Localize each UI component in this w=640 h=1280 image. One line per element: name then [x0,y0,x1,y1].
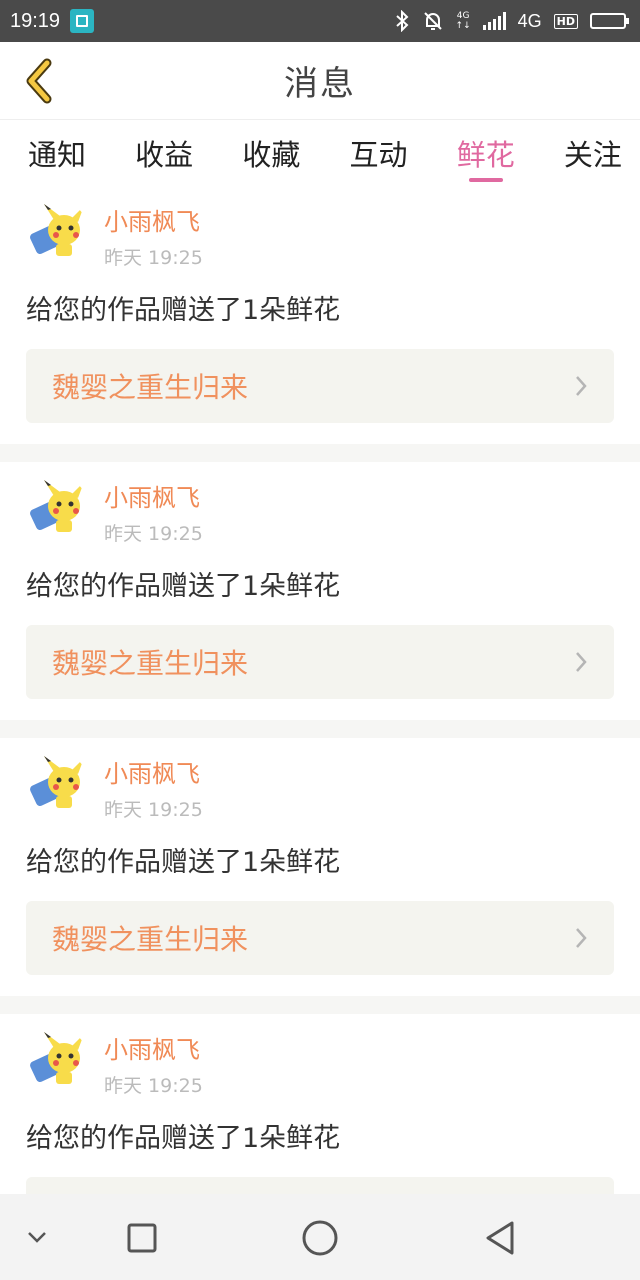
sender-name[interactable]: 小雨枫飞 [104,478,203,513]
work-link[interactable]: 魏婴之重生归来 [26,1177,614,1194]
message-meta: 小雨枫飞昨天 19:25 [104,200,203,270]
message-header: 小雨枫飞昨天 19:25 [26,200,614,270]
network-arrows: ↑↓ [455,21,471,31]
message-meta: 小雨枫飞昨天 19:25 [104,1028,203,1098]
message-card: 小雨枫飞昨天 19:25 给您的作品赠送了1朵鲜花魏婴之重生归来 [0,186,640,444]
message-time: 昨天 19:25 [104,247,203,269]
message-text: 给您的作品赠送了1朵鲜花 [26,295,341,326]
chevron-right-icon [576,376,587,396]
work-title: 魏婴之重生归来 [52,371,249,404]
network-type: 4G [517,10,542,31]
sender-name[interactable]: 小雨枫飞 [104,202,203,237]
screenshot-icon [70,9,95,33]
mute-bell-icon [423,12,442,30]
status-icons: 4G ↑↓ 4G HD [394,10,630,32]
message-text: 给您的作品赠送了1朵鲜花 [26,571,341,602]
signal-icon [482,12,506,30]
work-link[interactable]: 魏婴之重生归来 [26,901,614,975]
message-time: 昨天 19:25 [104,799,203,821]
message-time: 昨天 19:25 [104,523,203,545]
message-list[interactable]: 小雨枫飞 昨天 19:25 给您的作品赠送了1朵鲜花 魏婴之重生归来 小雨枫飞 昨天 1… [0,186,640,1194]
home-circle-icon [302,1220,338,1256]
network-small-label: 4G [456,11,470,21]
navigation-bar [0,1194,640,1280]
home-button[interactable] [298,1216,342,1260]
avatar[interactable] [26,200,88,262]
chevron-right-icon [576,928,587,948]
message-meta: 小雨枫飞昨天 19:25 [104,752,203,822]
tab-3[interactable]: 收藏 [232,120,310,186]
work-title: 魏婴之重生归来 [52,647,249,680]
work-link[interactable]: 魏婴之重生归来 [26,625,614,699]
work-title: 魏婴之重生归来 [52,923,249,956]
tab-2[interactable]: 收益 [125,120,203,186]
chevron-down-button[interactable] [20,1220,54,1254]
status-time: 19:19 [10,9,61,32]
tab-6[interactable]: 关注 [554,120,632,186]
message-text: 给您的作品赠送了1朵鲜花 [26,1123,341,1154]
message-header: 小雨枫飞昨天 19:25 [26,752,614,822]
battery-icon [590,13,629,29]
message-header: 小雨枫飞昨天 19:25 [26,476,614,546]
recents-button[interactable] [122,1218,162,1258]
sender-name[interactable]: 小雨枫飞 [104,1030,203,1065]
page-title: 消息 [284,64,356,104]
message-header: 小雨枫飞昨天 19:25 [26,1028,614,1098]
tab-5[interactable]: 鲜花 [447,120,525,186]
message-card: 小雨枫飞昨天 19:25 给您的作品赠送了1朵鲜花魏婴之重生归来 [0,1014,640,1194]
work-link[interactable]: 魏婴之重生归来 [26,349,614,423]
tab-1[interactable]: 通知 [18,120,96,186]
back-button[interactable] [14,56,64,106]
tab-bar: 通知 收益 收藏 互动 鲜花 关注 [0,120,640,186]
back-triangle-icon [486,1221,514,1255]
status-bar: 19:19 4G ↑↓ 4G HD [0,0,640,42]
message-text: 给您的作品赠送了1朵鲜花 [26,847,341,878]
network-small: 4G ↑↓ [456,11,471,31]
chevron-left-icon [26,58,52,104]
message-meta: 小雨枫飞昨天 19:25 [104,476,203,546]
tab-4[interactable]: 互动 [340,120,418,186]
recents-square-icon [127,1223,157,1253]
message-time: 昨天 19:25 [104,1075,203,1097]
back-nav-button[interactable] [478,1216,522,1260]
avatar[interactable] [26,1028,88,1090]
message-card: 小雨枫飞昨天 19:25 给您的作品赠送了1朵鲜花魏婴之重生归来 [0,462,640,720]
message-card: 小雨枫飞昨天 19:25 给您的作品赠送了1朵鲜花魏婴之重生归来 [0,738,640,996]
avatar[interactable] [26,476,88,538]
chevron-down-icon [28,1232,46,1243]
hd-badge: HD [553,13,578,29]
chevron-right-icon [576,652,587,672]
sender-name[interactable]: 小雨枫飞 [104,754,203,789]
avatar[interactable] [26,752,88,814]
bluetooth-icon [395,10,408,32]
header: 消息 [0,42,640,120]
